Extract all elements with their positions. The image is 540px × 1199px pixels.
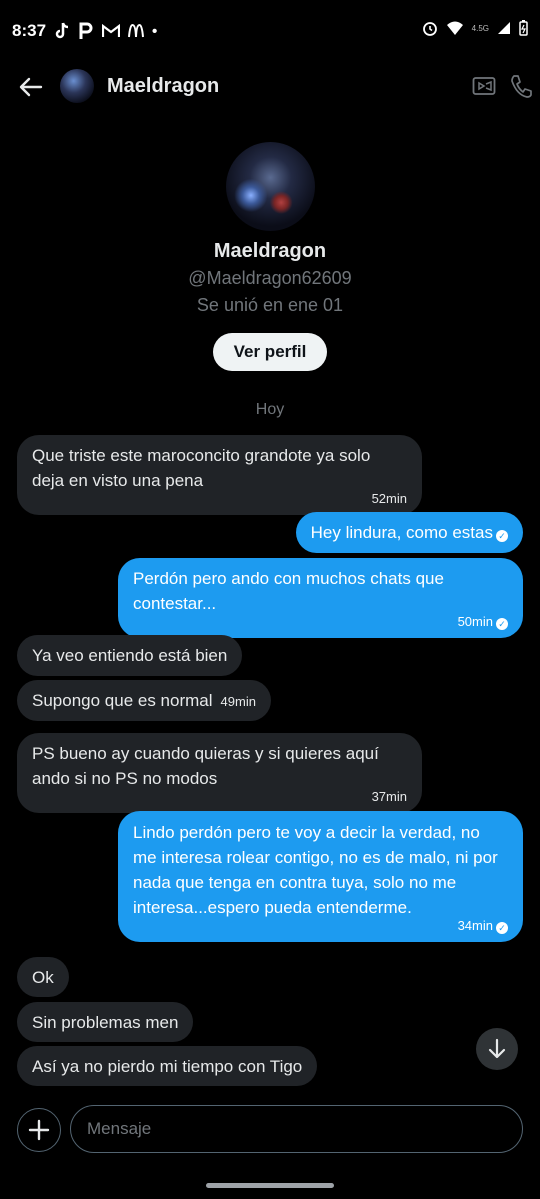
- message-text: Hey lindura, como estas: [310, 523, 493, 542]
- message-text: Ok: [32, 968, 54, 987]
- profile-joined-date: Se unió en ene 01: [196, 295, 344, 315]
- sent-check-icon: ✓: [496, 530, 508, 542]
- view-profile-button[interactable]: Ver perfil: [213, 333, 327, 371]
- message-time: 37min: [371, 789, 407, 804]
- profile-avatar[interactable]: [226, 142, 315, 231]
- message-bubble[interactable]: Supongo que es normal 49min: [17, 680, 271, 721]
- message-text: Ya veo entiendo está bien: [32, 646, 228, 665]
- gmail-icon: [102, 24, 121, 37]
- battery-icon: [519, 20, 528, 36]
- status-bar: 8:37 • 4.5G: [0, 0, 540, 62]
- message-input[interactable]: [70, 1105, 523, 1153]
- message-time: 50min: [457, 614, 493, 629]
- header-avatar[interactable]: [60, 69, 94, 103]
- day-separator: Hoy: [255, 401, 285, 418]
- plus-icon: [28, 1119, 50, 1141]
- message-text: Sin problemas men: [32, 1013, 179, 1032]
- back-arrow-icon[interactable]: [18, 74, 44, 100]
- message-bubble[interactable]: Ya veo entiendo está bien: [17, 635, 243, 676]
- dot-icon: •: [152, 22, 158, 40]
- message-text: Lindo perdón pero te voy a decir la verd…: [133, 823, 498, 917]
- tiktok-icon: [55, 22, 69, 39]
- message-text: Supongo que es normal: [32, 691, 213, 710]
- profile-name: Maeldragon: [213, 240, 327, 262]
- message-bubble[interactable]: Que triste este maroconcito grandote ya …: [17, 435, 422, 515]
- message-bubble[interactable]: Perdón pero ando con muchos chats que co…: [118, 558, 523, 638]
- alarm-icon: [422, 22, 437, 36]
- signal-icon: [498, 22, 510, 34]
- message-bubble[interactable]: PS bueno ay cuando quieras y si quieres …: [17, 733, 422, 813]
- sent-check-icon: ✓: [496, 618, 508, 630]
- profile-handle: @Maeldragon62609: [188, 268, 352, 288]
- message-text: PS bueno ay cuando quieras y si quieres …: [32, 744, 379, 788]
- message-text: Así ya no pierdo mi tiempo con Tigo: [32, 1057, 303, 1076]
- sent-check-icon: ✓: [496, 922, 508, 934]
- message-bubble[interactable]: Ok: [17, 957, 69, 997]
- message-text: Que triste este maroconcito grandote ya …: [32, 446, 371, 490]
- message-time: 49min: [220, 694, 256, 709]
- wifi-icon: [446, 21, 463, 35]
- message-bubble[interactable]: Así ya no pierdo mi tiempo con Tigo: [17, 1046, 318, 1086]
- conversation-header: Maeldragon: [0, 62, 540, 114]
- message-bubble[interactable]: Hey lindura, como estas ✓: [295, 512, 523, 553]
- video-call-icon[interactable]: [472, 76, 496, 96]
- message-bubble[interactable]: Lindo perdón pero te voy a decir la verd…: [118, 811, 523, 942]
- network-type: 4.5G: [471, 23, 489, 33]
- message-bubble[interactable]: Sin problemas men: [17, 1002, 194, 1042]
- add-attachment-button[interactable]: [17, 1108, 61, 1152]
- message-time: 34min: [457, 918, 493, 933]
- message-text: Perdón pero ando con muchos chats que co…: [133, 569, 444, 613]
- system-icons: 4.5G: [422, 20, 528, 36]
- notification-icons: •: [54, 22, 157, 40]
- arrow-down-icon: [488, 1038, 506, 1059]
- message-time: 52min: [371, 491, 407, 506]
- home-indicator[interactable]: [206, 1183, 334, 1188]
- mcdonalds-icon: [128, 24, 145, 38]
- header-name[interactable]: Maeldragon: [107, 75, 219, 98]
- phone-call-icon[interactable]: [510, 74, 532, 98]
- message-composer: [0, 1094, 540, 1164]
- status-time: 8:37: [12, 21, 47, 40]
- scroll-to-bottom-button[interactable]: [476, 1028, 518, 1070]
- p-app-icon: [79, 22, 93, 39]
